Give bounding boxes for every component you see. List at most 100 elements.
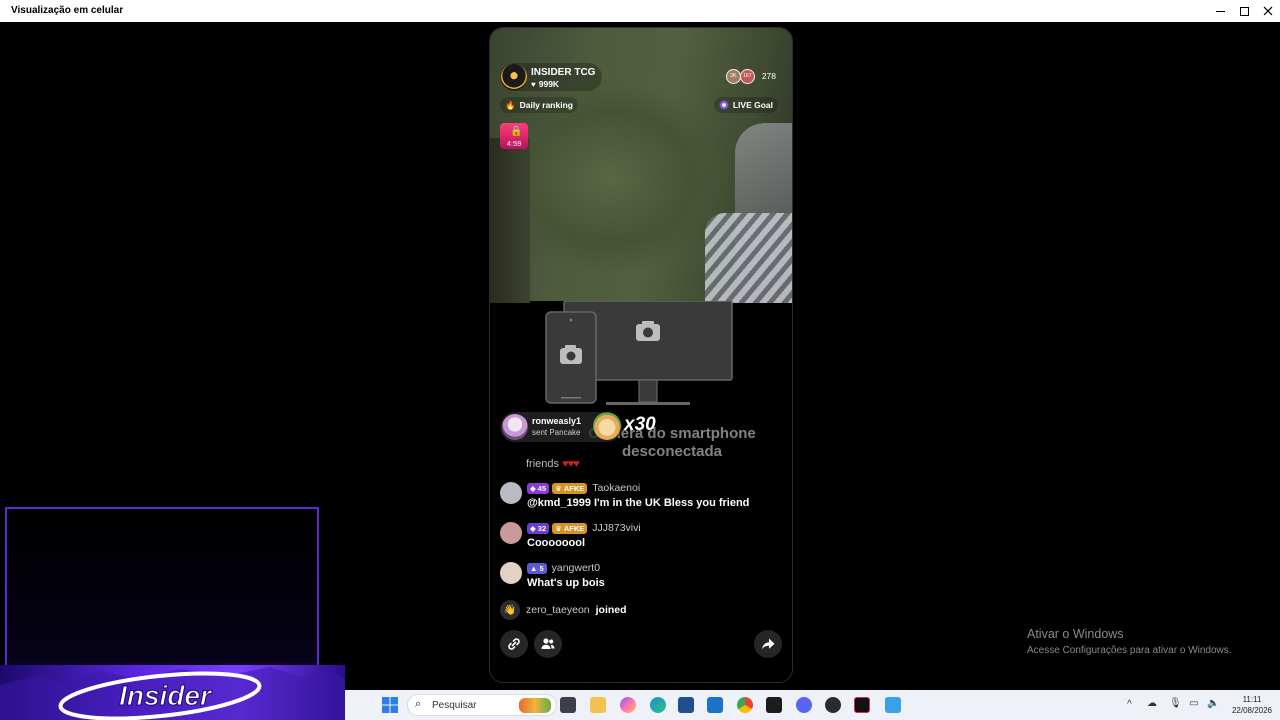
viewer-badge-1: 2K [730,72,737,79]
clock-date: 22/08/2026 [1231,706,1273,715]
commenter-avatar[interactable] [500,522,522,544]
gift-timer: 4:59 [506,139,522,148]
crown-icon: ♛ [555,483,562,493]
level-badge: ▲ 5 [527,562,547,574]
joined-notice: 👋 zero_taeyeon joined [500,600,627,620]
pancake-gift-icon [593,412,621,440]
brand-banner: Insider [0,665,345,720]
commenter-avatar[interactable] [500,482,522,504]
host-avatar[interactable] [501,64,527,90]
host-likes-value: 999K [538,79,560,89]
host-name: INSIDER TCG [531,67,596,78]
share-icon [762,638,775,650]
fan-badge-label: AFKE [563,483,585,493]
gift-count: x30 [624,414,656,435]
network-icon[interactable]: ☁ [1147,698,1157,709]
viewer-badge-2: 167 [743,72,752,79]
comment-meta: ◆ 32 ♛ AFKE JJJ873vivi [527,522,641,534]
daily-ranking-button[interactable]: 🔥 Daily ranking [500,97,578,113]
watermark-line-2: Acesse Configurações para ativar o Windo… [1027,645,1232,656]
comment-text: What's up bois [527,577,605,589]
edge-icon[interactable] [650,697,666,713]
comment-meta: ▲ 5 yangwert0 [527,562,600,574]
taskbar-search[interactable]: ⌕ Pesquisar [407,694,557,716]
level-badge: ◆ 32 [527,522,550,534]
taskbar: ⌕ Pesquisar ^ ☁ 🎙 ▭ 🔈 11:11 22/08/2026 [345,690,1280,720]
search-placeholder: Pesquisar [432,700,477,711]
outlook-icon[interactable] [707,697,723,713]
comment-user[interactable]: yangwert0 [552,562,600,574]
watermark-line-1: Ativar o Windows [1027,627,1124,641]
minimize-button[interactable] [1207,0,1233,22]
search-icon: ⌕ [415,698,422,710]
speaker-icon[interactable]: 🔈 [1207,698,1219,709]
system-clock[interactable]: 11:11 22/08/2026 [1228,694,1276,716]
capcut-icon[interactable] [766,697,782,713]
task-view-icon[interactable] [560,697,576,713]
link-button[interactable] [500,630,528,658]
guests-button[interactable] [534,630,562,658]
close-button[interactable] [1255,0,1280,22]
fan-badge: ♛ AFKE [552,522,588,534]
live-goal-button[interactable]: LIVE Goal [713,97,778,113]
joined-user[interactable]: zero_taeyeon [526,604,590,616]
partial-comment-text: friends [526,458,560,470]
level-value: 5 [539,563,544,573]
flame-icon: 🔥 [505,99,516,110]
joined-text: joined [595,604,627,616]
viewer-avatar[interactable]: 167 [739,68,755,84]
microphone-icon[interactable]: 🎙 [1169,698,1182,709]
level-badge: ◆ 45 [527,482,550,494]
store-icon[interactable] [678,697,694,713]
clock-time: 11:11 [1242,695,1262,704]
maximize-icon [1239,6,1249,16]
comment-user[interactable]: JJJ873vivi [592,522,640,534]
devices-illustration [545,301,733,405]
minimize-icon [1215,10,1225,12]
commenter-avatar[interactable] [500,562,522,584]
phone-preview: INSIDER TCG ♥ 999K 2K 167 278 🔥 Daily ra… [489,27,793,683]
copilot-icon[interactable] [620,697,636,713]
start-button[interactable] [382,697,398,713]
display-icon[interactable]: ▭ [1189,698,1198,709]
gem-icon: ◆ [530,523,536,533]
insider-logo: Insider [0,667,345,720]
link-icon [508,638,520,650]
people-icon [541,638,555,649]
close-icon [1263,6,1273,16]
gem-icon: ◆ [530,483,536,493]
obs-icon[interactable] [825,697,841,713]
window-title: Visualização em celular [11,5,124,16]
chevron-up-icon[interactable]: ^ [1127,699,1132,710]
tiktok-live-studio-icon[interactable] [885,697,901,713]
chrome-icon[interactable] [737,697,753,713]
viewer-avatar[interactable]: 2K [725,68,741,84]
level-value: 32 [537,523,547,533]
triangle-icon: ▲ [530,563,538,573]
comment-user[interactable]: Taokaenoi [592,482,640,494]
discord-icon[interactable] [796,697,812,713]
windows-activation-watermark: Ativar o Windows Acesse Configurações pa… [1027,627,1232,656]
fan-badge-label: AFKE [563,523,585,533]
level-value: 45 [537,483,547,493]
svg-text:Insider: Insider [119,680,213,711]
wave-hand-icon: 👋 [500,600,520,620]
host-info[interactable]: INSIDER TCG ♥ 999K [500,63,602,91]
viewer-list[interactable]: 2K 167 278 [725,68,776,84]
partial-comment: friends ♥♥♥ [526,458,580,470]
gift-notification[interactable]: ronweasly1 sent Pancake [500,412,622,442]
file-explorer-icon[interactable] [590,697,606,713]
viewer-count: 278 [761,71,776,81]
lock-icon: 🔒 [510,126,523,137]
gift-sender-avatar[interactable] [502,414,528,440]
share-button[interactable] [754,630,782,658]
disconnected-line-2: desconectada [621,443,723,460]
crown-icon: ♛ [555,523,562,533]
video-background [705,213,792,303]
comment-text: Coooooool [527,537,586,549]
video-background [490,138,530,303]
maximize-button[interactable] [1231,0,1257,22]
host-likes: ♥ 999K [531,79,559,89]
gift-box-timer[interactable]: 🔒 4:59 [500,123,528,149]
tiktok-icon[interactable] [854,697,870,713]
